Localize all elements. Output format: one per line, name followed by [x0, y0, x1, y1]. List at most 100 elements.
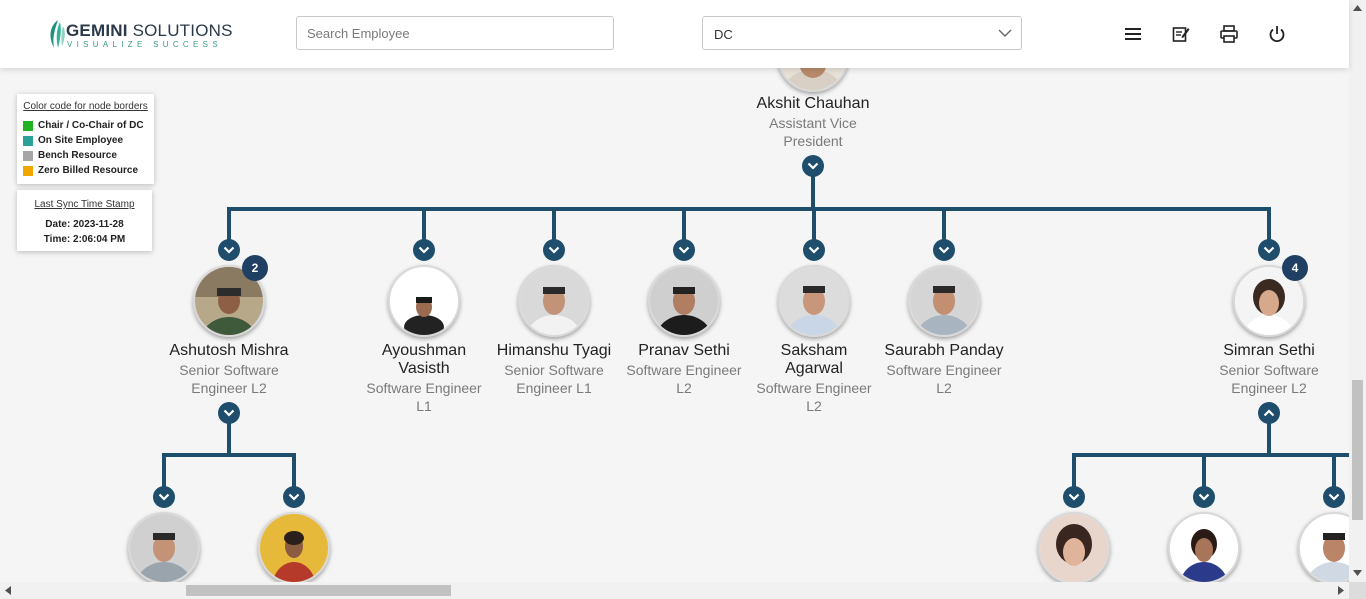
collapse-toggle-simran-sethi[interactable] — [1258, 402, 1280, 424]
legend-title: Color code for node borders — [23, 101, 148, 112]
search-employee-input[interactable] — [296, 16, 614, 50]
sync-title: Last Sync Time Stamp — [34, 199, 135, 210]
print-icon[interactable] — [1219, 24, 1239, 44]
employee-title-line1: Senior Software — [504, 362, 604, 378]
chevron-down-icon — [1068, 493, 1080, 501]
employee-name: Simran Sethi — [1223, 342, 1315, 359]
employee-title-line2: L2 — [676, 380, 692, 396]
expand-toggle-ayoushman-vasisth[interactable] — [413, 239, 435, 261]
chevron-down-icon — [223, 246, 235, 254]
expand-toggle-grandchild[interactable] — [1193, 486, 1215, 508]
horizontal-scroll-thumb[interactable] — [186, 585, 451, 596]
expand-toggle-grandchild[interactable] — [1063, 486, 1085, 508]
logo-tagline: VISUALIZE SUCCESS — [67, 40, 222, 49]
employee-name-line2: Vasisth — [398, 360, 450, 377]
avatar-grandchild[interactable] — [1038, 512, 1110, 584]
employee-title-line2: Engineer L2 — [191, 380, 267, 396]
employee-name: Saurabh Panday — [884, 342, 1004, 359]
expand-toggle-pranav-sethi[interactable] — [673, 239, 695, 261]
expand-toggle-simran-sethi[interactable] — [1258, 239, 1280, 261]
expand-toggle-himanshu-tyagi[interactable] — [543, 239, 565, 261]
top-bar: GEMINI SOLUTIONS VISUALIZE SUCCESS DC — [0, 0, 1349, 68]
expand-toggle-saurabh-panday[interactable] — [933, 239, 955, 261]
employee-title-line2: Engineer L1 — [516, 380, 592, 396]
dc-select[interactable]: DC — [702, 16, 1022, 50]
employee-name: Saksham — [780, 342, 848, 359]
employee-name: Himanshu Tyagi — [496, 342, 612, 359]
chevron-down-icon — [548, 246, 560, 254]
legend-label: Bench Resource — [38, 150, 117, 161]
chevron-down-icon — [1198, 493, 1210, 501]
chevron-down-icon — [418, 246, 430, 254]
reportee-count-badge: 4 — [1282, 255, 1308, 281]
employee-title-line1: Software Engineer — [626, 362, 742, 378]
legend-swatch — [23, 136, 33, 146]
scroll-left-arrow-icon[interactable] — [5, 586, 11, 595]
scroll-up-arrow-icon[interactable] — [1353, 5, 1362, 11]
expand-toggle-ashutosh-mishra[interactable] — [218, 239, 240, 261]
employee-title-line1: Software Engineer — [366, 380, 482, 396]
vertical-scrollbar[interactable] — [1349, 0, 1366, 582]
chevron-down-icon — [678, 246, 690, 254]
chevron-down-icon — [998, 29, 1012, 37]
employee-name: Ayoushman — [381, 342, 467, 359]
legend-swatch — [23, 121, 33, 131]
menu-icon[interactable] — [1123, 24, 1143, 44]
root-name: Akshit Chauhan — [756, 95, 870, 112]
employee-title-line2: L1 — [416, 398, 432, 414]
root-title-line2: President — [783, 133, 843, 149]
chevron-down-icon — [158, 493, 170, 501]
legend-label: On Site Employee — [38, 135, 124, 146]
employee-name: Pranav Sethi — [638, 342, 730, 359]
last-sync-box: Last Sync Time Stamp Date: 2023-11-28 Ti… — [17, 190, 152, 251]
power-icon[interactable] — [1267, 24, 1287, 44]
chevron-up-icon — [1263, 409, 1275, 417]
vertical-scroll-thumb[interactable] — [1352, 380, 1363, 520]
legend-label: Zero Billed Resource — [38, 165, 139, 176]
avatar-pranav-sethi[interactable] — [648, 265, 720, 337]
report-icon[interactable] — [1171, 24, 1191, 44]
leaf-logo-icon — [50, 20, 65, 48]
chevron-down-icon — [1263, 246, 1275, 254]
employee-title-line2: Engineer L2 — [1231, 380, 1307, 396]
sync-date: Date: 2023-11-28 — [45, 219, 124, 230]
chevron-down-icon — [807, 162, 819, 170]
employee-title-line1: Software Engineer — [886, 362, 1002, 378]
avatar-saksham-agarwal[interactable] — [778, 265, 850, 337]
employee-name: Ashutosh Mishra — [169, 342, 289, 359]
avatar-himanshu-tyagi[interactable] — [518, 265, 590, 337]
expand-toggle-grandchild[interactable] — [153, 486, 175, 508]
root-title-line1: Assistant Vice — [769, 115, 857, 131]
reportee-count-badge: 2 — [242, 255, 268, 281]
chevron-down-icon — [938, 246, 950, 254]
sync-time: Time: 2:06:04 PM — [43, 234, 126, 245]
avatar-grandchild[interactable] — [258, 512, 330, 584]
legend-swatch — [23, 166, 33, 176]
chevron-down-icon — [808, 246, 820, 254]
chevron-down-icon — [223, 409, 235, 417]
employee-title-line1: Senior Software — [179, 362, 279, 378]
legend-swatch — [23, 151, 33, 161]
gemini-logo[interactable]: GEMINI SOLUTIONS VISUALIZE SUCCESS — [46, 18, 232, 52]
avatar-grandchild[interactable] — [128, 512, 200, 584]
scroll-down-arrow-icon[interactable] — [1353, 570, 1362, 576]
employee-title-line1: Software Engineer — [756, 380, 872, 396]
scrollbar-corner — [1349, 582, 1366, 599]
node-border-legend: Color code for node borders Chair / Co-C… — [17, 94, 154, 184]
chevron-down-icon — [288, 493, 300, 501]
avatar-ayoushman-vasisth[interactable] — [388, 265, 460, 337]
scroll-right-arrow-icon[interactable] — [1338, 586, 1344, 595]
employee-title-line2: L2 — [936, 380, 952, 396]
avatar-grandchild[interactable] — [1168, 512, 1240, 584]
legend-label: Chair / Co-Chair of DC — [38, 120, 144, 131]
root-collapse-toggle[interactable] — [802, 155, 824, 177]
dc-select-value: DC — [714, 27, 733, 42]
collapse-toggle-ashutosh-mishra[interactable] — [218, 402, 240, 424]
horizontal-scrollbar[interactable] — [0, 582, 1349, 599]
expand-toggle-grandchild[interactable] — [283, 486, 305, 508]
employee-title-line1: Senior Software — [1219, 362, 1319, 378]
expand-toggle-grandchild[interactable] — [1323, 486, 1345, 508]
avatar-saurabh-panday[interactable] — [908, 265, 980, 337]
expand-toggle-saksham-agarwal[interactable] — [803, 239, 825, 261]
logo-title: GEMINI SOLUTIONS — [66, 21, 233, 40]
